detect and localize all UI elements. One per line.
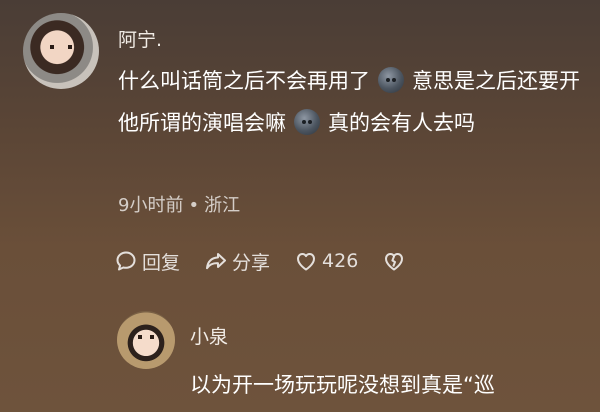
share-arrow-icon bbox=[206, 253, 227, 270]
share-label: 分享 bbox=[232, 251, 271, 274]
avatar-face bbox=[50, 44, 72, 50]
avatar-face bbox=[137, 335, 155, 339]
commenter-username[interactable]: 阿宁. bbox=[118, 25, 162, 52]
dark-face-emoji-icon bbox=[378, 67, 404, 93]
comment-location: 浙江 bbox=[204, 195, 241, 216]
reply-bubble-icon bbox=[116, 251, 136, 271]
reply-username[interactable]: 小泉 bbox=[190, 322, 228, 349]
comment-text-part-3: 真的会有人去吗 bbox=[328, 111, 475, 135]
reply-avatar[interactable] bbox=[117, 311, 175, 369]
like-button[interactable]: 426 bbox=[294, 249, 358, 273]
heart-icon bbox=[297, 253, 316, 271]
comment-text: 什么叫话筒之后不会再用了 意思是之后还要开他所谓的演唱会嘛 真的会有人去吗 bbox=[118, 60, 588, 144]
share-button[interactable]: 分享 bbox=[204, 248, 270, 275]
comment-text-part-1: 什么叫话筒之后不会再用了 bbox=[118, 69, 370, 93]
comment-meta: 9小时前 • 浙江 bbox=[118, 191, 240, 217]
reply-text: 以为开一场玩玩呢没想到真是“巡 bbox=[190, 373, 495, 397]
broken-heart-icon bbox=[385, 253, 404, 271]
reply-label: 回复 bbox=[142, 251, 181, 274]
like-count: 426 bbox=[322, 250, 359, 272]
meta-separator: • bbox=[188, 195, 200, 216]
dark-face-emoji-icon bbox=[294, 109, 320, 135]
comment-time: 9小时前 bbox=[118, 195, 184, 216]
dislike-button[interactable] bbox=[382, 249, 406, 273]
reply-button[interactable]: 回复 bbox=[114, 248, 180, 275]
commenter-avatar[interactable] bbox=[23, 13, 99, 89]
comment-actions: 回复 分享 426 bbox=[114, 247, 430, 275]
